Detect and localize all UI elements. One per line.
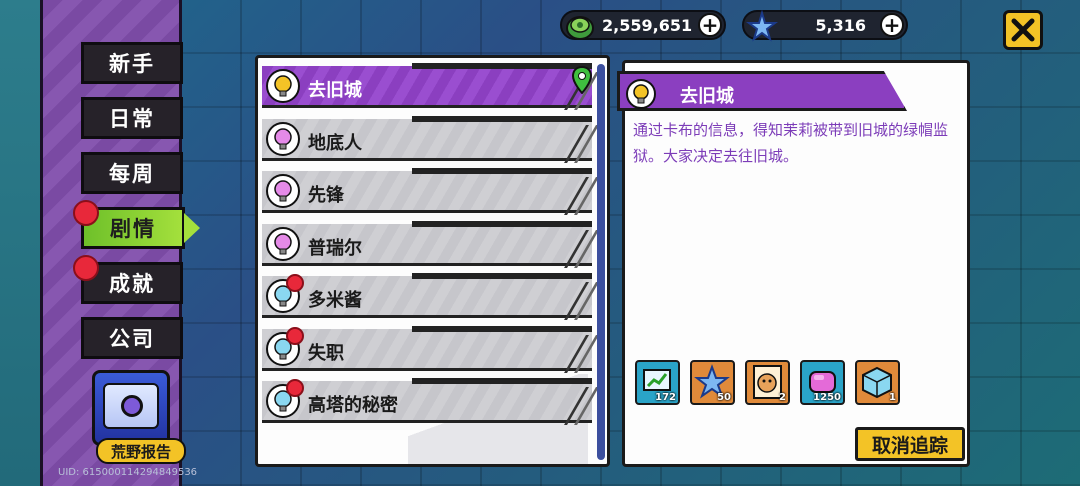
coin-value: 2,559,651 <box>602 15 693 35</box>
quest-name: 多米酱 <box>308 290 362 311</box>
close-icon <box>1011 18 1035 42</box>
quest-badge <box>286 326 304 345</box>
quest-name: 地底人 <box>308 132 362 154</box>
quest-name: 普瑞尔 <box>308 237 362 259</box>
lightbulb-icon <box>266 121 300 156</box>
reward-item[interactable]: 50 <box>690 360 735 405</box>
quest-detail-panel: 去旧城 通过卡布的信息，得知茉莉被带到旧城的绿帽监狱。大家决定去往旧城。 172… <box>617 60 970 467</box>
rewards-row: 172 50 2 1250 1 <box>635 360 900 405</box>
reward-quantity: 1 <box>889 392 896 403</box>
lightbulb-icon <box>626 79 656 109</box>
lightbulb-icon <box>266 174 300 208</box>
background-strip <box>0 0 40 486</box>
reward-quantity: 172 <box>655 392 676 403</box>
coin-stack-icon <box>564 10 596 42</box>
reward-quantity: 2 <box>779 392 786 403</box>
quest-row[interactable]: 去旧城 <box>262 63 599 110</box>
story-badge <box>73 200 99 226</box>
quest-name: 去旧城 <box>308 80 362 101</box>
uid-label: UID: 615000114294849536 <box>58 467 198 478</box>
quest-row[interactable]: 失职 <box>262 325 599 373</box>
quest-row[interactable]: 地底人 <box>262 115 599 163</box>
quest-row[interactable]: 先锋 <box>262 168 599 215</box>
quest-name: 先锋 <box>308 185 344 206</box>
quest-row[interactable]: 普瑞尔 <box>262 220 599 268</box>
currency-gems: 5,316 + <box>742 9 908 42</box>
report-device-icon <box>92 370 170 446</box>
tab-weekly[interactable]: 每周 <box>81 152 183 194</box>
reward-quantity: 1250 <box>813 392 841 403</box>
eye-icon <box>121 395 143 417</box>
quest-row[interactable]: 多米酱 <box>262 273 599 320</box>
lightbulb-icon <box>266 226 300 261</box>
tab-newbie[interactable]: 新手 <box>81 42 183 84</box>
quest-list-panel: 去旧城地底人先锋普瑞尔多米酱失职高塔的秘密 <box>255 55 610 467</box>
blue-star-gem-icon <box>746 9 778 42</box>
tab-daily[interactable]: 日常 <box>81 97 183 139</box>
quest-row[interactable]: 高塔的秘密 <box>262 378 599 425</box>
location-pin-icon <box>571 65 593 95</box>
quest-name: 失职 <box>308 342 344 364</box>
quest-name: 高塔的秘密 <box>308 395 398 416</box>
detail-description: 通过卡布的信息，得知茉莉被带到旧城的绿帽监狱。大家决定去往旧城。 <box>633 121 949 165</box>
gem-value: 5,316 <box>815 15 866 35</box>
detail-title: 去旧城 <box>680 86 734 107</box>
wild-report-button[interactable]: 荒野报告 <box>80 368 186 468</box>
reward-item[interactable]: 2 <box>745 360 790 405</box>
cancel-tracking-button[interactable]: 取消追踪 <box>855 427 965 461</box>
currency-coins: 2,559,651 + <box>560 10 726 40</box>
tab-company[interactable]: 公司 <box>81 317 183 359</box>
add-gems-button[interactable]: + <box>880 13 904 37</box>
add-coins-button[interactable]: + <box>698 13 722 37</box>
reward-item[interactable]: 1 <box>855 360 900 405</box>
detail-header: 去旧城 <box>617 71 907 111</box>
report-label: 荒野报告 <box>96 438 186 464</box>
quest-badge <box>286 274 304 292</box>
lightbulb-icon <box>266 69 300 103</box>
reward-quantity: 50 <box>717 392 731 403</box>
close-button[interactable] <box>1003 10 1043 50</box>
quest-badge <box>286 379 304 397</box>
reward-item[interactable]: 172 <box>635 360 680 405</box>
scrollbar[interactable] <box>597 64 605 460</box>
achievement-badge <box>73 255 99 281</box>
reward-item[interactable]: 1250 <box>800 360 845 405</box>
